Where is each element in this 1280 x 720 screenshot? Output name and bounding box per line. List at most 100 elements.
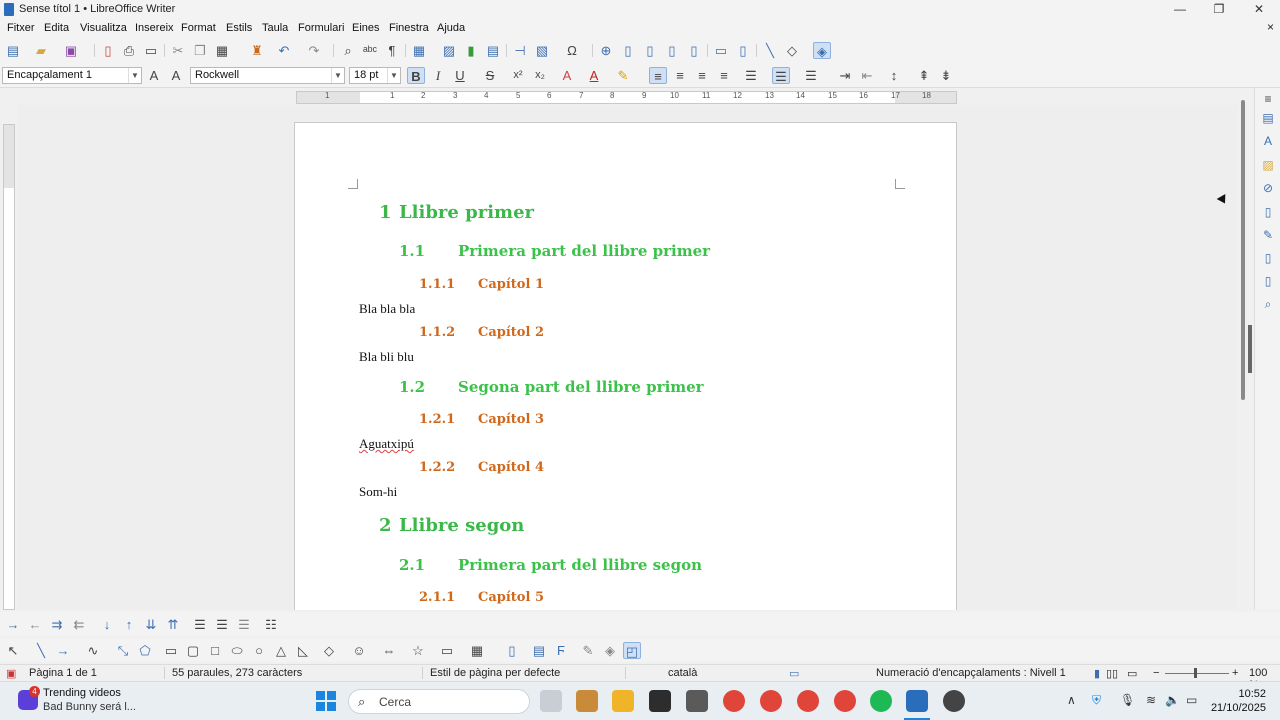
- zoom-slider[interactable]: [1165, 673, 1229, 674]
- system-clock[interactable]: 10:52 21/10/2025: [1211, 687, 1266, 715]
- properties-icon[interactable]: ▤: [1260, 111, 1276, 127]
- heading-1[interactable]: 1 Llibre primer: [379, 202, 534, 223]
- file-explorer-icon[interactable]: [612, 690, 634, 712]
- insert-chart-icon[interactable]: ▮: [462, 42, 480, 59]
- bullet-list-icon[interactable]: ☰: [742, 67, 760, 84]
- circle-icon[interactable]: ○: [250, 642, 268, 659]
- font-color-icon[interactable]: A: [585, 67, 603, 84]
- update-style-icon[interactable]: A: [145, 67, 163, 84]
- taskbar-search[interactable]: ⌕ Cerca: [348, 689, 530, 714]
- heading-2[interactable]: 2.1 Primera part del llibre segon: [399, 556, 702, 574]
- insert-field-icon[interactable]: ▧: [533, 42, 551, 59]
- language-status[interactable]: català: [668, 667, 697, 679]
- sidebar-menu-icon[interactable]: ≡: [1260, 92, 1276, 108]
- arrow-down-icon[interactable]: ↓: [98, 616, 116, 633]
- zoom-out-icon[interactable]: −: [1153, 667, 1159, 679]
- selection-mode-icon[interactable]: ▭: [789, 667, 799, 680]
- navigator-icon[interactable]: ⊘: [1260, 181, 1276, 197]
- find-replace-icon[interactable]: ⌕: [339, 42, 357, 59]
- justify-icon[interactable]: ≡: [715, 67, 733, 84]
- show-draw-functions-icon[interactable]: ◈: [813, 42, 831, 59]
- fontwork-icon[interactable]: Ϝ: [552, 642, 570, 659]
- chevron-down-icon[interactable]: ▼: [387, 68, 400, 83]
- toggle-point-edit-icon[interactable]: ✎: [579, 642, 597, 659]
- security-icon[interactable]: ⛨: [1092, 693, 1101, 708]
- heading-2[interactable]: 1.2 Segona part del llibre primer: [399, 378, 704, 396]
- align-center-icon[interactable]: ≡: [671, 67, 689, 84]
- spotify-icon[interactable]: [870, 690, 892, 712]
- redo-icon[interactable]: ↷: [305, 42, 323, 59]
- paste-icon[interactable]: ▦: [213, 42, 231, 59]
- single-page-view-icon[interactable]: ▮: [1094, 667, 1100, 680]
- open-icon[interactable]: ▰: [32, 42, 50, 59]
- toggle-extrusion-icon[interactable]: ◈: [601, 642, 619, 659]
- spelling-icon[interactable]: ᵃᵇᶜ: [361, 42, 379, 59]
- chevron-down-icon[interactable]: ▼: [128, 68, 141, 83]
- decrease-indent-icon[interactable]: ⇤: [858, 67, 876, 84]
- curve-icon[interactable]: ∿: [84, 642, 102, 659]
- rectangle-icon[interactable]: ▭: [162, 642, 180, 659]
- menu-tools[interactable]: Eines: [352, 22, 380, 34]
- font-size-combo[interactable]: 18 pt ▼: [349, 67, 401, 84]
- microphone-icon[interactable]: 🎙: [1120, 693, 1135, 707]
- find-icon[interactable]: ⌕: [1260, 297, 1276, 313]
- menu-table[interactable]: Taula: [262, 22, 288, 34]
- arrow-up-icon[interactable]: ↑: [120, 616, 138, 633]
- superscript-icon[interactable]: x²: [509, 67, 527, 84]
- wifi-icon[interactable]: ≋: [1146, 693, 1156, 707]
- heading-3[interactable]: 2.1.1 Capítol 5: [419, 590, 544, 605]
- arrow-right-icon[interactable]: →: [4, 616, 22, 633]
- minimize-button[interactable]: —: [1160, 0, 1200, 20]
- document-modified-icon[interactable]: ▣: [6, 667, 16, 680]
- page-break-icon[interactable]: ⊣: [511, 42, 529, 59]
- polygon-icon[interactable]: ⬠: [136, 642, 154, 659]
- menu-form[interactable]: Formulari: [298, 22, 344, 34]
- arrow-down-double-icon[interactable]: ⇊: [142, 616, 160, 633]
- volume-icon[interactable]: 🔈: [1165, 693, 1180, 707]
- manage-changes-icon[interactable]: ▯: [1260, 251, 1276, 267]
- page-number-status[interactable]: Pàgina 1 de 1: [29, 667, 97, 679]
- paragraph-style-combo[interactable]: Encapçalament 1 ▼: [2, 67, 142, 84]
- app-icon[interactable]: [686, 690, 708, 712]
- document-area[interactable]: 1 Llibre primer 1.1 Primera part del llibr…: [17, 105, 1237, 610]
- font-name-combo[interactable]: Rockwell ▼: [190, 67, 345, 84]
- design-icon[interactable]: ▯: [1260, 274, 1276, 290]
- export-pdf-icon[interactable]: ▯: [99, 42, 117, 59]
- block-arrows-icon[interactable]: ⇔: [380, 642, 398, 659]
- multi-page-view-icon[interactable]: ▯▯: [1106, 667, 1118, 680]
- page-style-status[interactable]: Estil de pàgina per defecte: [430, 667, 560, 679]
- new-document-icon[interactable]: ▤: [4, 42, 22, 59]
- chrome-icon[interactable]: [834, 690, 856, 712]
- print-icon[interactable]: ⎙: [120, 42, 138, 59]
- comment-icon[interactable]: ▭: [712, 42, 730, 59]
- basic-shapes-icon[interactable]: ◇: [320, 642, 338, 659]
- chrome-icon[interactable]: [760, 690, 782, 712]
- italic-button[interactable]: I: [429, 67, 447, 84]
- menu-window[interactable]: Finestra: [389, 22, 429, 34]
- close-window-button[interactable]: ✕: [1239, 0, 1279, 20]
- insert-image-icon[interactable]: ▨: [440, 42, 458, 59]
- footnote-icon[interactable]: ▯: [619, 42, 637, 59]
- zoom-in-icon[interactable]: +: [1232, 667, 1238, 679]
- right-triangle-icon[interactable]: ◺: [294, 642, 312, 659]
- heading-3[interactable]: 1.1.2 Capítol 2: [419, 325, 544, 340]
- close-document-icon[interactable]: ×: [1267, 20, 1274, 34]
- heading-2[interactable]: 1.1 Primera part del llibre primer: [399, 242, 710, 260]
- highlight-color-icon[interactable]: ✎: [614, 67, 632, 84]
- outline-format-icon[interactable]: ☰: [802, 67, 820, 84]
- menu-edit[interactable]: Edita: [44, 22, 69, 34]
- numbered-list-icon[interactable]: ☰: [772, 67, 790, 84]
- decrease-paragraph-spacing-icon[interactable]: ⇟: [937, 67, 955, 84]
- menu-styles[interactable]: Estils: [226, 22, 252, 34]
- libreoffice-writer-taskbar-icon[interactable]: [906, 690, 928, 712]
- styles-icon[interactable]: A: [1260, 134, 1276, 150]
- stars-icon[interactable]: ☆: [409, 642, 427, 659]
- insert-table-icon[interactable]: ▦: [410, 42, 428, 59]
- store-icon[interactable]: [649, 690, 671, 712]
- sidebar-collapse-handle[interactable]: [1248, 325, 1252, 373]
- endnote-icon[interactable]: ▯: [641, 42, 659, 59]
- callouts-icon[interactable]: ▭: [438, 642, 456, 659]
- arrow-left-double-icon[interactable]: ⇇: [70, 616, 88, 633]
- rectangle-rounded-icon[interactable]: ▢: [184, 642, 202, 659]
- line-icon[interactable]: ╲: [32, 642, 50, 659]
